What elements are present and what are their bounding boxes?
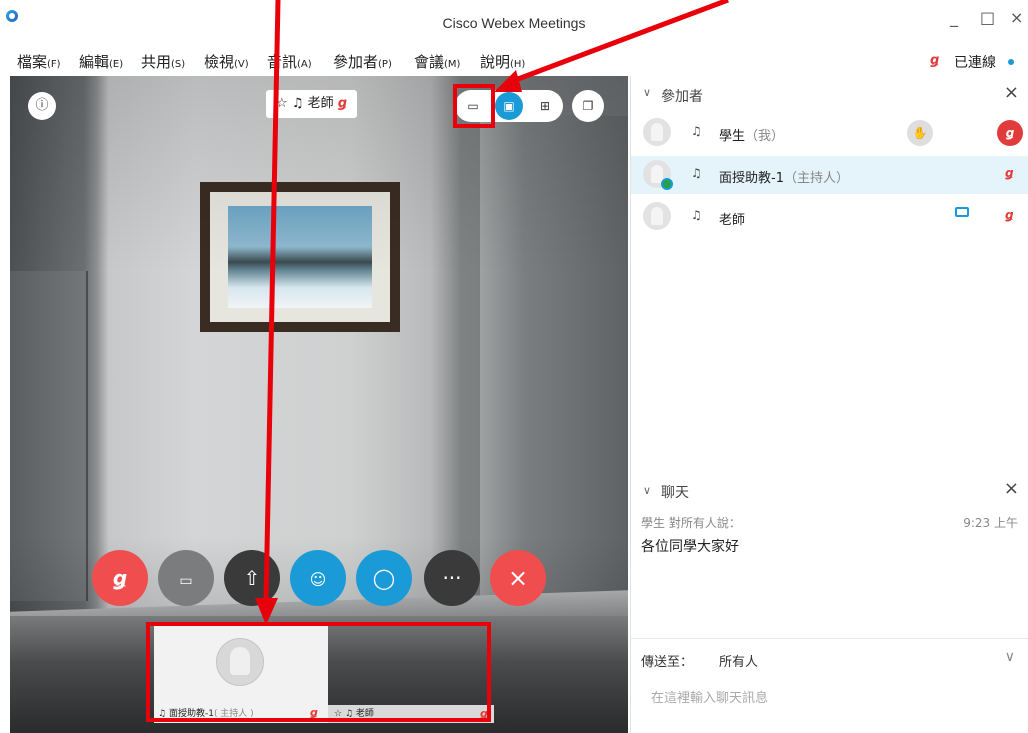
participants-panel-header[interactable]: ∨ 參加者 × [631,76,1028,112]
active-speaker-name: 老師 [307,96,334,111]
headset-icon: ♫ [691,124,702,138]
popout-icon[interactable]: ❐ [572,90,604,122]
chat-panel-title: 聊天 [661,485,689,501]
menu-view[interactable]: 檢視(V) [204,51,249,72]
chat-input[interactable] [651,687,1011,709]
chevron-down-icon[interactable]: ∨ [1005,649,1015,665]
more-button[interactable]: ··· [424,550,480,606]
window-title: Cisco Webex Meetings [442,15,586,31]
filmstrip-layout-icon[interactable]: ▣ [495,92,523,120]
connection-dot-icon [1008,59,1014,65]
participant-row[interactable]: ♫ 學生（我） ✋ ǥ [631,114,1028,152]
info-icon[interactable]: ⓘ [28,92,56,120]
share-button[interactable]: ⇧ [224,550,280,606]
avatar [643,202,671,230]
menu-participants[interactable]: 參加者(P) [333,51,392,72]
chat-icon: ◯ [372,566,396,590]
mute-button[interactable]: ǥ [92,550,148,606]
menu-meeting[interactable]: 會議(M) [414,51,460,72]
participant-row[interactable]: ♫ 面授助教-1（主持人） ǥ [631,156,1028,194]
video-icon [955,207,969,217]
headset-icon: ♫ [691,166,702,180]
menu-file[interactable]: 檔案(F) [17,51,61,72]
close-chat-icon[interactable]: × [1004,478,1019,499]
side-panel: ∨ 參加者 × ♫ 學生（我） ✋ ǥ ♫ 面授助教-1（主持人） ǥ ♫ 老師… [630,76,1028,733]
leave-icon: × [507,564,529,592]
video-icon: ▭ [179,573,193,589]
muted-mic-icon: ǥ [1005,166,1014,180]
menu-edit[interactable]: 編輯(E) [79,51,123,72]
chat-sender: 學生 對所有人說： [641,516,741,530]
chat-timestamp: 9:23 上午 [963,516,1018,530]
muted-mic-icon: ǥ [930,53,940,68]
participants-icon: ☺ [309,570,327,589]
maximize-button[interactable]: □ [980,8,995,27]
muted-mic-icon: ǥ [1005,208,1014,222]
annotation-box-layout [453,84,495,128]
chevron-down-icon[interactable]: ∨ [643,484,651,497]
send-to-label: 傳送至： [641,655,694,670]
more-icon: ··· [442,566,462,590]
chevron-down-icon[interactable]: ∨ [643,86,651,99]
share-icon: ⇧ [243,566,261,590]
participants-panel-title: 參加者 [661,89,703,105]
chat-panel-header[interactable]: ∨ 聊天 × [631,476,1028,506]
video-button[interactable]: ▭ [158,550,214,606]
active-speaker-tag: ☆ ♫ 老師 ǥ [266,90,358,118]
microphone-muted-icon: ǥ [112,566,128,590]
menu-help[interactable]: 說明(H) [480,51,525,72]
pin-icon: ☆ [276,96,288,111]
menu-audio[interactable]: 音訊(A) [267,51,312,72]
webex-window: Cisco Webex Meetings _ □ × 檔案(F) 編輯(E) 共… [0,0,1028,733]
participants-button[interactable]: ☺ [290,550,346,606]
chat-message: 各位同學大家好 [641,539,739,555]
grid-layout-icon[interactable]: ⊞ [531,92,559,120]
close-window-button[interactable]: × [1010,8,1023,27]
leave-button[interactable]: × [490,550,546,606]
chat-button[interactable]: ◯ [356,550,412,606]
host-badge-icon [661,178,673,190]
menu-share[interactable]: 共用(S) [141,51,185,72]
minimize-button[interactable]: _ [950,8,958,27]
close-participants-icon[interactable]: × [1004,82,1019,103]
menu-bar: 檔案(F) 編輯(E) 共用(S) 檢視(V) 音訊(A) 參加者(P) 會議(… [0,40,1028,76]
send-to-select[interactable]: 所有人 [719,651,758,670]
chat-compose: 傳送至： 所有人 ∨ [631,638,1028,733]
avatar [643,118,671,146]
title-bar: Cisco Webex Meetings _ □ × [0,0,1028,40]
headset-icon: ♫ [291,96,304,111]
headset-icon: ♫ [691,208,702,222]
connection-status: 已連線 [954,55,996,71]
raise-hand-icon[interactable]: ✋ [907,120,933,146]
muted-mic-icon: ǥ [337,96,348,111]
participant-row[interactable]: ♫ 老師 ǥ [631,198,1028,236]
muted-mic-icon[interactable]: ǥ [997,120,1023,146]
annotation-box-thumbnail [146,622,491,722]
